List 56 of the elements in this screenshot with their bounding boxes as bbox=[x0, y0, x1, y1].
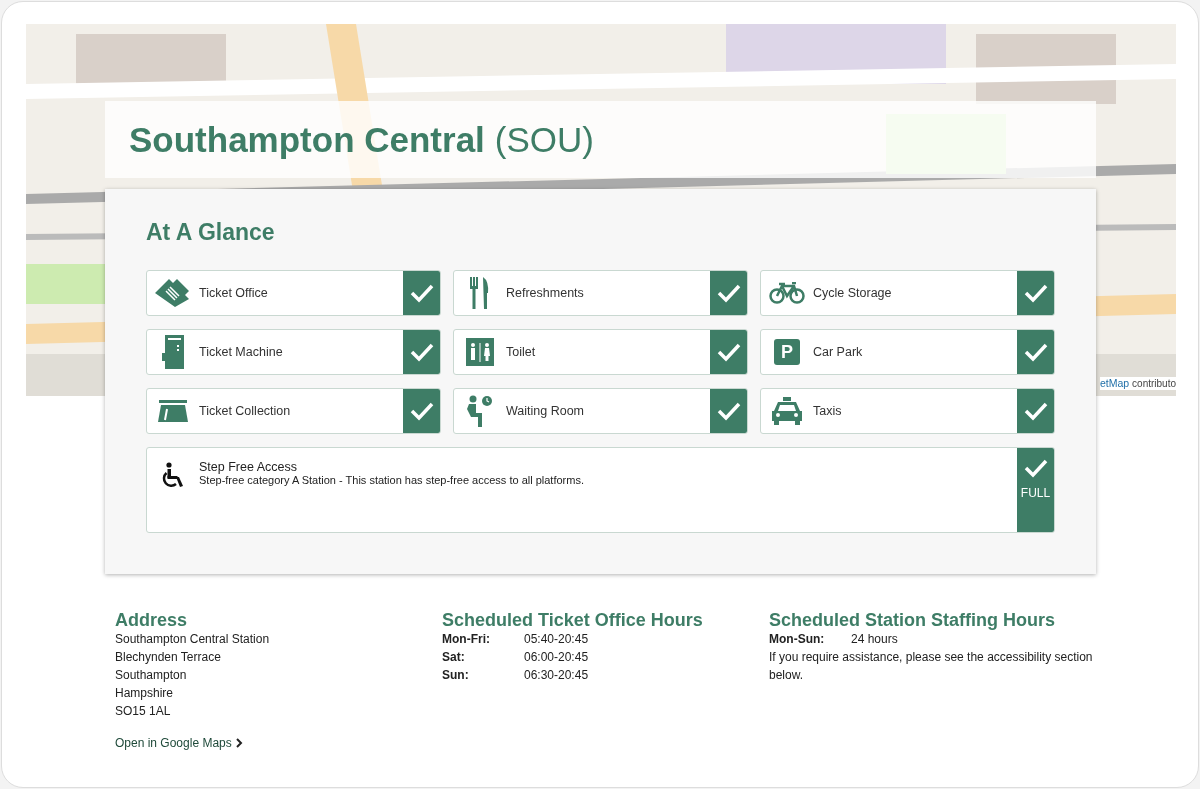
step-free-description: Step-free category A Station - This station has step-free access to all platforms. bbox=[199, 474, 584, 486]
check-icon bbox=[409, 283, 434, 303]
check-icon bbox=[409, 401, 434, 421]
day-label: Sun: bbox=[442, 667, 470, 684]
day-label: Sat: bbox=[442, 649, 466, 666]
address-line: Blechynden Terrace bbox=[115, 649, 222, 666]
check-icon bbox=[1023, 342, 1048, 362]
check-icon bbox=[1023, 458, 1048, 478]
facility-label: Step Free Access bbox=[199, 460, 298, 474]
station-name: Southampton Central bbox=[129, 119, 485, 160]
waiting-person-icon bbox=[467, 395, 493, 427]
facility-label: Waiting Room bbox=[506, 404, 585, 418]
section-heading: Scheduled Ticket Office Hours bbox=[442, 610, 704, 630]
day-label: Mon-Fri: bbox=[442, 631, 491, 648]
hours-value: 06:00-20:45 bbox=[524, 649, 589, 666]
check-icon bbox=[716, 401, 741, 421]
address-line: Hampshire bbox=[115, 685, 175, 702]
assistance-note: If you require assistance, please see the accessibility section below. bbox=[769, 649, 1094, 684]
check-icon bbox=[716, 342, 741, 362]
day-label: Mon-Sun: bbox=[769, 631, 826, 648]
taxi-icon bbox=[772, 397, 802, 425]
check-icon bbox=[716, 283, 741, 303]
attribution-link[interactable]: etMap bbox=[1099, 377, 1130, 389]
google-maps-link[interactable]: Open in Google Maps bbox=[115, 734, 243, 752]
chevron-right-icon bbox=[235, 738, 243, 748]
parking-icon: P bbox=[774, 339, 800, 365]
ticket-machine-icon bbox=[162, 335, 184, 369]
address-line: Southampton Central Station bbox=[115, 631, 271, 648]
facility-label: Toilet bbox=[506, 345, 536, 359]
hours-value: 06:30-20:45 bbox=[524, 667, 589, 684]
address-line: Southampton bbox=[115, 667, 188, 684]
facility-label: Ticket Office bbox=[199, 286, 268, 300]
ticket-icon bbox=[155, 277, 191, 309]
facility-label: Cycle Storage bbox=[813, 286, 892, 300]
map-attribution: contributo bbox=[1132, 378, 1176, 390]
step-free-status: FULL bbox=[1020, 486, 1051, 500]
check-icon bbox=[409, 342, 434, 362]
hours-value: 24 hours bbox=[851, 631, 898, 648]
station-code: (SOU) bbox=[494, 119, 594, 160]
toilet-icon bbox=[466, 338, 494, 366]
facility-label: Car Park bbox=[813, 345, 863, 359]
facility-label: Ticket Collection bbox=[199, 404, 291, 418]
section-heading: Address bbox=[115, 610, 189, 630]
section-heading: At A Glance bbox=[146, 219, 276, 246]
facility-label: Ticket Machine bbox=[199, 345, 283, 359]
address-line: SO15 1AL bbox=[115, 703, 172, 720]
cutlery-icon bbox=[470, 277, 490, 309]
check-icon bbox=[1023, 283, 1048, 303]
check-icon bbox=[1023, 401, 1048, 421]
ticket-collection-icon bbox=[158, 400, 188, 422]
facility-label: Refreshments bbox=[506, 286, 584, 300]
wheelchair-icon bbox=[161, 462, 185, 490]
bicycle-icon bbox=[769, 282, 805, 304]
hours-value: 05:40-20:45 bbox=[524, 631, 589, 648]
facility-label: Taxis bbox=[813, 404, 842, 418]
section-heading: Scheduled Station Staffing Hours bbox=[769, 610, 1056, 630]
